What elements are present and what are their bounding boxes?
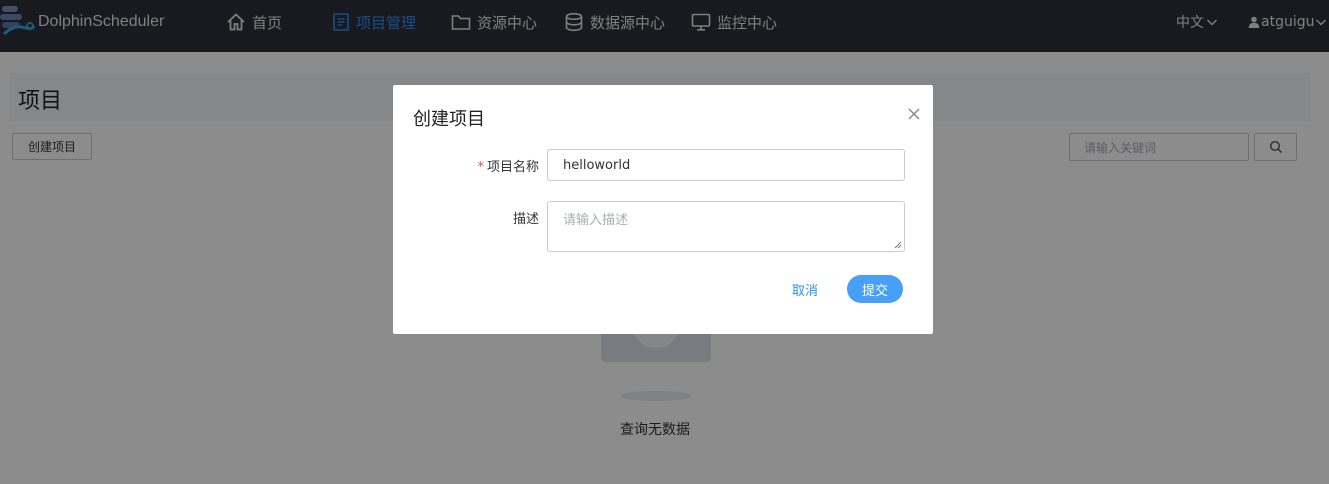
dialog-title: 创建项目	[413, 109, 485, 130]
cancel-button[interactable]: 取消	[785, 278, 825, 300]
project-name-label: * 项目名称	[453, 156, 539, 175]
submit-button[interactable]: 提交	[847, 275, 903, 303]
create-project-dialog: 创建项目 * 项目名称 helloworld 描述 请输入描述 取消 提交	[393, 85, 933, 334]
resize-grip-icon[interactable]	[894, 241, 902, 249]
project-name-label-text: 项目名称	[486, 160, 539, 175]
description-textarea[interactable]: 请输入描述	[547, 201, 905, 252]
project-name-input[interactable]: helloworld	[547, 149, 905, 181]
required-mark: *	[477, 160, 484, 175]
description-placeholder: 请输入描述	[563, 213, 629, 228]
close-icon[interactable]	[907, 107, 921, 121]
description-label: 描述	[512, 212, 539, 227]
